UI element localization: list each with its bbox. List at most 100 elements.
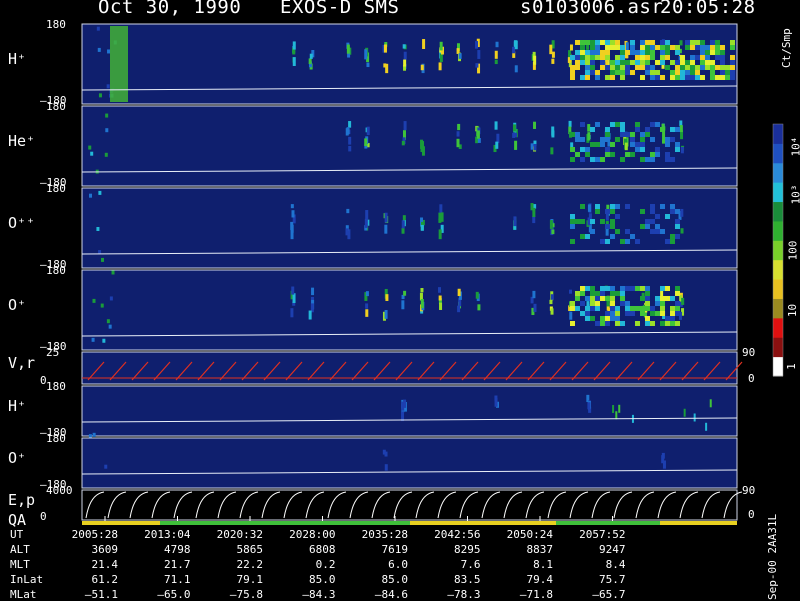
heat-cell	[720, 45, 725, 50]
panel-top-tick-4: 25	[46, 346, 60, 359]
heat-cell	[457, 305, 461, 313]
heat-cell	[292, 293, 296, 304]
heat-cell	[665, 157, 670, 162]
heat-cell	[645, 224, 650, 229]
panel-label-5: H⁺	[8, 397, 27, 415]
heat-cell	[665, 137, 670, 142]
heat-cell	[660, 55, 665, 60]
heat-cell	[605, 75, 610, 80]
heat-cell	[570, 70, 575, 75]
heat-cell	[655, 296, 660, 301]
heat-cell	[630, 286, 635, 291]
heat-cell	[640, 60, 645, 65]
heat-cell	[585, 152, 590, 157]
heat-cell	[550, 147, 554, 155]
heat-cell	[615, 291, 620, 296]
heat-cell	[610, 316, 615, 321]
heat-cell	[600, 60, 605, 65]
heat-cell	[615, 316, 620, 321]
table-cell: 75.7	[599, 573, 626, 586]
heat-cell	[670, 70, 675, 75]
heat-cell	[645, 40, 650, 45]
heat-cell	[600, 286, 605, 291]
heat-cell	[730, 40, 735, 45]
heat-cell	[580, 157, 585, 162]
heat-cell	[650, 50, 655, 55]
heat-cell	[605, 239, 610, 244]
panel-frame-2	[81, 187, 738, 269]
table-cell: 2013:04	[144, 528, 191, 541]
heat-cell	[605, 127, 610, 132]
heat-cell	[615, 122, 620, 127]
colorbar-tick-100: 100	[786, 240, 800, 261]
heat-cell	[420, 224, 424, 231]
heat-cell	[655, 75, 660, 80]
table-cell: 8837	[526, 543, 554, 556]
heat-cell	[670, 239, 675, 244]
heat-cell	[590, 229, 595, 234]
heat-cell	[630, 234, 635, 239]
heat-cell	[595, 122, 600, 127]
heat-block	[110, 26, 128, 102]
heat-cell	[477, 137, 481, 143]
heat-cell	[661, 452, 665, 459]
heat-cell	[92, 298, 96, 303]
heat-cell	[403, 399, 407, 408]
heat-cell	[98, 93, 102, 98]
heat-cell	[675, 291, 680, 296]
heat-cell	[620, 239, 625, 244]
heat-cell	[630, 142, 635, 147]
heat-cell	[650, 122, 655, 127]
heat-cell	[695, 55, 700, 60]
heat-cell	[625, 152, 630, 157]
heat-cell	[570, 239, 575, 244]
heat-cell	[580, 137, 585, 142]
heat-cell	[670, 157, 675, 162]
heat-cell	[700, 55, 705, 60]
heat-cell	[512, 132, 516, 138]
panel-top-tick-0: 180	[46, 18, 66, 31]
heat-cell	[595, 40, 600, 45]
heat-cell	[625, 65, 630, 70]
heat-cell	[384, 212, 388, 223]
heat-cell	[585, 316, 590, 321]
heat-cell	[730, 65, 735, 70]
heat-cell	[587, 204, 591, 212]
heat-cell	[655, 147, 660, 152]
heat-cell	[720, 75, 725, 80]
table-cell: 6.0	[388, 558, 408, 571]
heat-cell	[640, 296, 645, 301]
heat-cell	[615, 321, 620, 326]
heat-cell	[439, 53, 443, 63]
heat-cell	[610, 291, 615, 296]
heat-cell	[620, 296, 625, 301]
heat-cell	[690, 40, 695, 45]
heat-cell	[575, 152, 580, 157]
heat-cell	[625, 306, 630, 311]
heat-cell	[575, 219, 580, 224]
heat-cell	[690, 65, 695, 70]
heat-cell	[610, 122, 615, 127]
heat-cell	[645, 316, 650, 321]
heat-cell	[605, 152, 610, 157]
heat-cell	[693, 413, 696, 422]
table-row-label-ut: UT	[10, 528, 24, 541]
panel-label-4: V,r	[8, 354, 36, 372]
heat-cell	[106, 319, 110, 324]
heat-cell	[605, 147, 610, 152]
heat-cell	[580, 45, 585, 50]
heat-cell	[580, 147, 585, 152]
panel-top-tick-7: 4000	[46, 484, 73, 497]
heat-cell	[533, 121, 537, 129]
colorbar-step	[773, 182, 783, 203]
heat-cell	[438, 229, 442, 240]
heat-cell	[710, 75, 715, 80]
heat-cell	[730, 55, 735, 60]
table-cell: –84.3	[302, 588, 336, 601]
heat-cell	[595, 321, 600, 326]
heat-cell	[620, 132, 625, 137]
heat-cell	[403, 290, 407, 296]
footer-code: Sep-00 2AA31L	[766, 513, 779, 600]
heat-cell	[600, 219, 605, 224]
table-cell: 2005:28	[71, 528, 118, 541]
